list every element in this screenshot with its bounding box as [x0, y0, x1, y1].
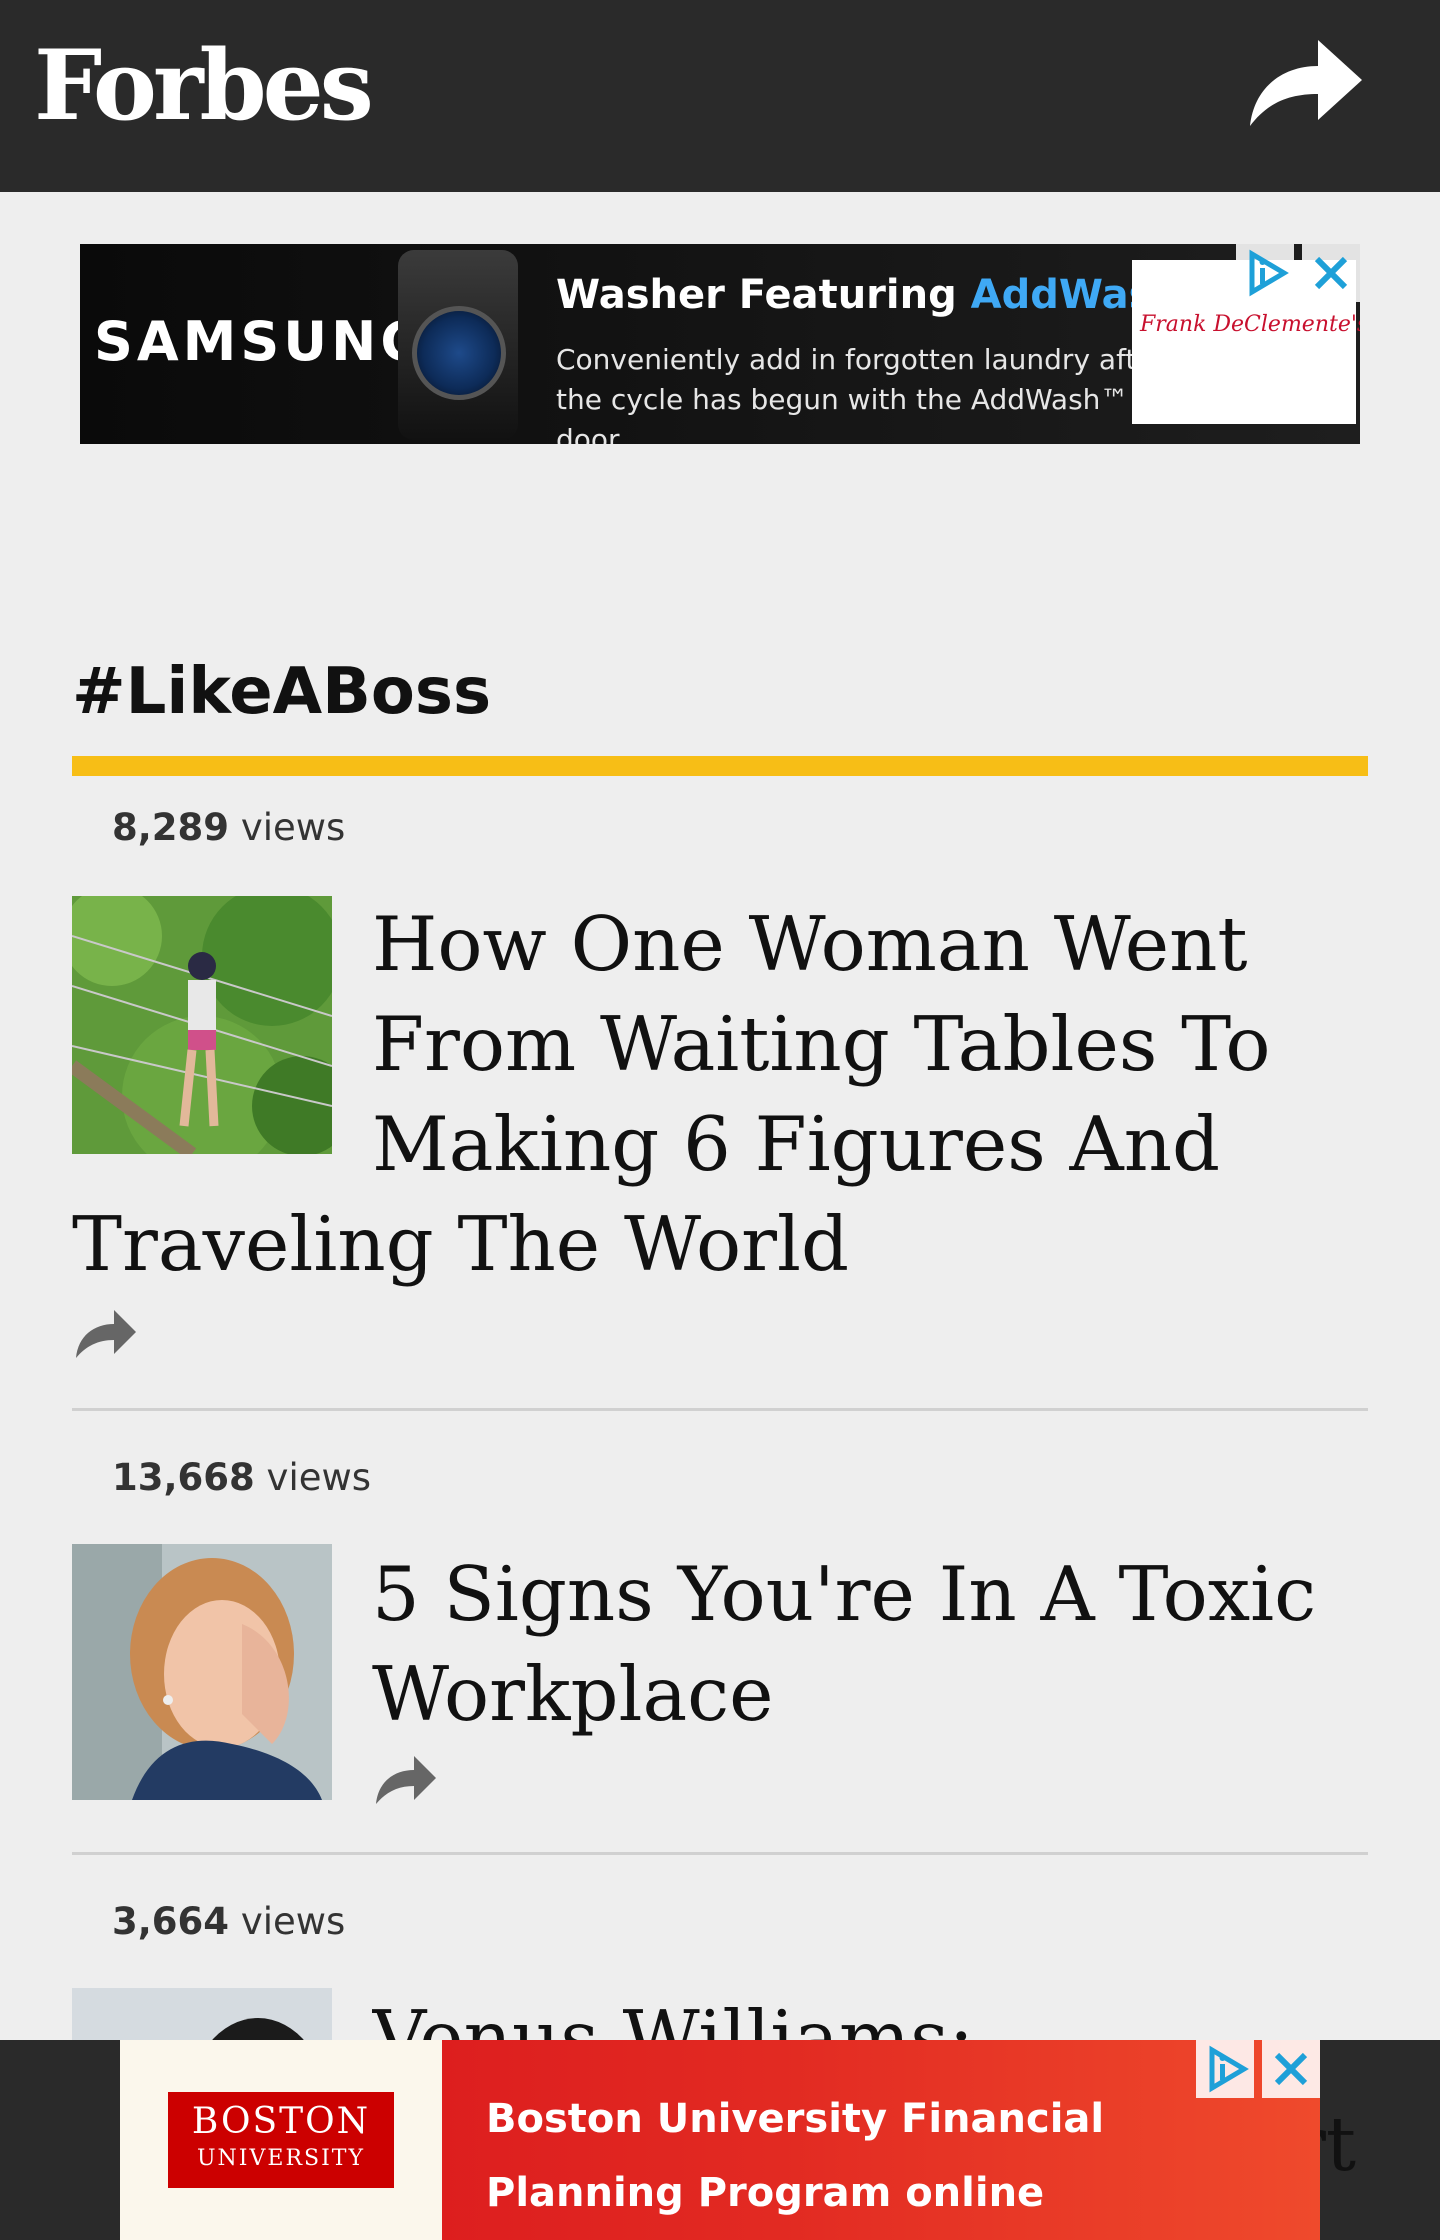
- article-views: 8,289 views: [112, 806, 346, 849]
- share-arrow-icon[interactable]: [74, 1306, 138, 1362]
- boston-university-ad[interactable]: BOSTON UNIVERSITY Boston University Fina…: [120, 2040, 1320, 2240]
- samsung-ad-banner[interactable]: SAMSUNG Washer Featuring AddWash™ Conven…: [80, 244, 1360, 444]
- ad-message: Boston University Financial Planning Pro…: [486, 2096, 1105, 2216]
- top-bar: Forbes: [0, 0, 1440, 192]
- article-views: 13,668 views: [112, 1456, 372, 1499]
- close-icon[interactable]: [1302, 244, 1360, 302]
- close-icon[interactable]: [1262, 2040, 1320, 2098]
- article-views: 3,664 views: [112, 1900, 346, 1943]
- ad-brand: SAMSUNG: [94, 310, 429, 373]
- section-accent-rule: [72, 756, 1368, 776]
- share-arrow-icon[interactable]: [374, 1752, 438, 1808]
- article-thumbnail-zipline[interactable]: [72, 896, 332, 1154]
- article-divider: [72, 1408, 1368, 1411]
- article-title[interactable]: Venus Williams:: [372, 1988, 1372, 2040]
- article-title-line[interactable]: Traveling The World: [72, 1194, 1368, 1294]
- ad-subtext: Conveniently add in forgotten laundry af…: [556, 343, 1166, 444]
- article-title-line[interactable]: How One Woman Went From Waiting Tables To…: [372, 894, 1332, 1194]
- washer-door-image: [412, 306, 506, 400]
- section-title: #LikeABoss: [72, 655, 492, 729]
- ad-headline: Washer Featuring AddWash™: [556, 272, 1221, 318]
- article-thumbnail-stressed-woman[interactable]: [72, 1544, 332, 1800]
- adchoices-icon[interactable]: [1196, 2040, 1254, 2098]
- article-title[interactable]: 5 Signs You're In A Toxic Workplace: [372, 1544, 1372, 1744]
- bu-logo: BOSTON UNIVERSITY: [168, 2092, 394, 2188]
- forbes-logo[interactable]: Forbes: [34, 38, 374, 134]
- share-arrow-icon[interactable]: [1248, 36, 1364, 132]
- adchoices-icon[interactable]: [1236, 244, 1294, 302]
- article-divider: [72, 1852, 1368, 1855]
